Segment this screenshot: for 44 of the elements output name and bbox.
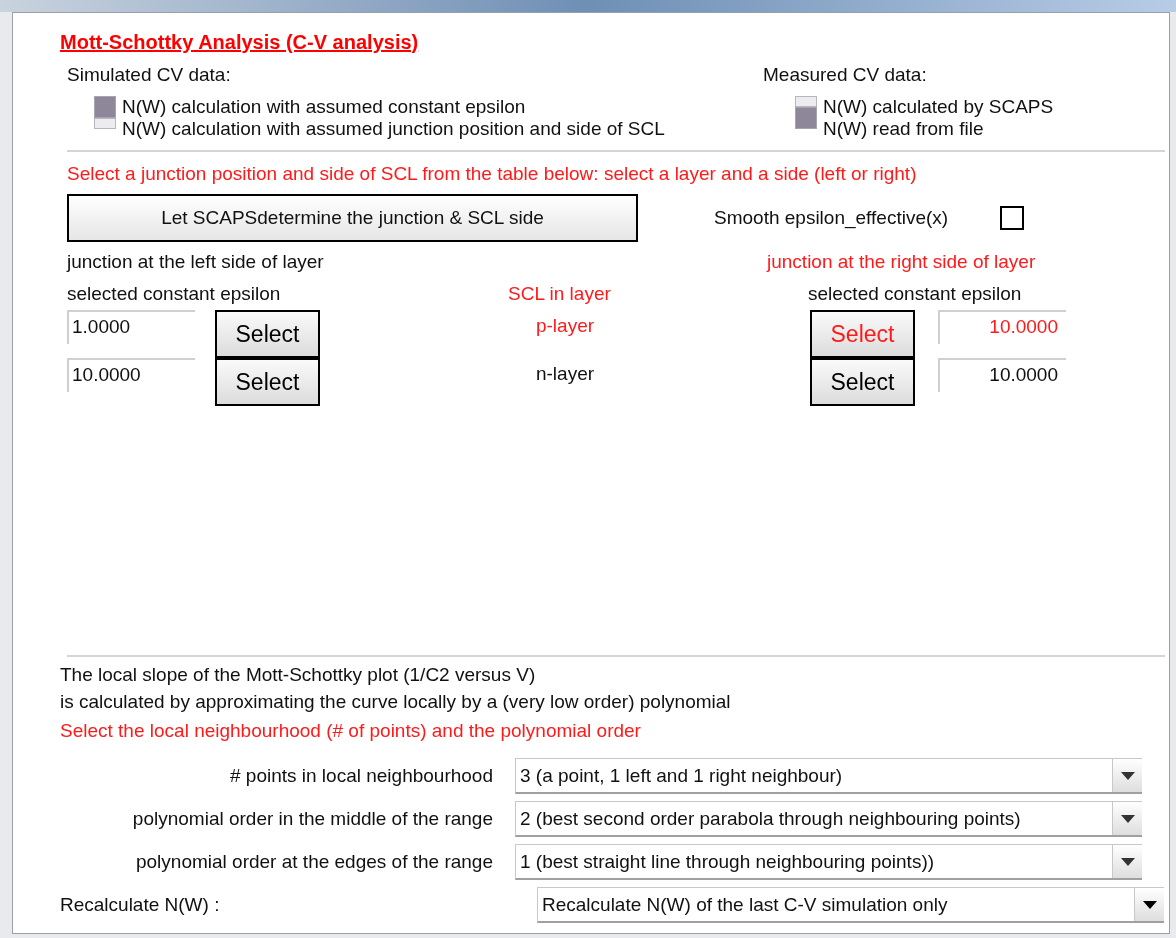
option-label: N(W) calculation with assumed junction position and side of SCL [122,117,665,140]
smooth-label: Smooth epsilon_effective(x) [714,205,949,231]
dropdown-label: polynomial order in the middle of the range [131,806,494,831]
auto-junction-button[interactable]: Let SCAPSdetermine the junction & SCL side [67,194,638,242]
epsilon-field[interactable]: 10.0000 [938,310,1066,344]
layer-name: p-layer [534,314,596,338]
select-button[interactable]: Select [215,358,320,406]
epsilon-field[interactable]: 1.0000 [67,310,195,344]
description-text: is calculated by approximating the curve locally by a (very low order) polynomial [60,690,732,714]
panel-title: Mott-Schottky Analysis (C-V analysis) [60,31,419,53]
column-heading: SCL in layer [508,282,612,306]
option-label: N(W) calculation with assumed constant epsilon [122,95,527,118]
dropdown-arrow-icon [1142,900,1157,909]
dropdown-arrow-icon [1120,814,1135,823]
column-heading: selected constant epsilon [67,282,282,306]
option-label: N(W) calculated by SCAPS [823,95,1054,118]
group-label: Measured CV data: [763,63,928,87]
option-label: N(W) read from file [823,117,985,140]
option-toggle[interactable] [94,95,116,118]
select-button[interactable]: Select [215,310,320,358]
select-button[interactable]: Select [810,358,915,406]
left-junction-heading: junction at the left side of layer [67,250,325,274]
dropdown-arrow-icon [1120,857,1135,866]
option-toggle[interactable] [795,95,817,107]
dropdown-label: Recalculate N(W) : [59,892,221,917]
smooth-checkbox[interactable] [1000,206,1025,230]
group-label: Simulated CV data: [67,63,232,87]
dropdown-label: # points in local neighbourhood [228,763,494,788]
dropdown-arrow-icon [1120,771,1135,780]
right-junction-heading: junction at the right side of layer [767,250,1037,274]
dropdown[interactable]: Recalculate N(W) of the last C-V simulation only [537,887,1164,923]
option-toggle[interactable] [94,117,116,129]
epsilon-field[interactable]: 10.0000 [938,358,1066,392]
dropdown[interactable]: 2 (best second order parabola through neighbouring points) [515,801,1142,837]
description-text: The local slope of the Mott-Schottky plot (1/C2 versus V) [60,663,537,687]
instruction-text: Select the local neighbourhood (# of points) and the polynomial order [60,719,642,743]
option-toggle[interactable] [795,106,817,129]
layer-name: n-layer [534,362,596,386]
dropdown[interactable]: 3 (a point, 1 left and 1 right neighbour) [515,758,1142,794]
instruction-text: Select a junction position and side of SCL from the table below: select a layer and a side (left or right) [67,161,918,186]
dropdown-label: polynomial order at the edges of the range [135,849,494,874]
column-heading: selected constant epsilon [808,282,1022,306]
epsilon-field[interactable]: 10.0000 [67,358,195,392]
dropdown[interactable]: 1 (best straight line through neighbouring points)) [515,844,1142,880]
